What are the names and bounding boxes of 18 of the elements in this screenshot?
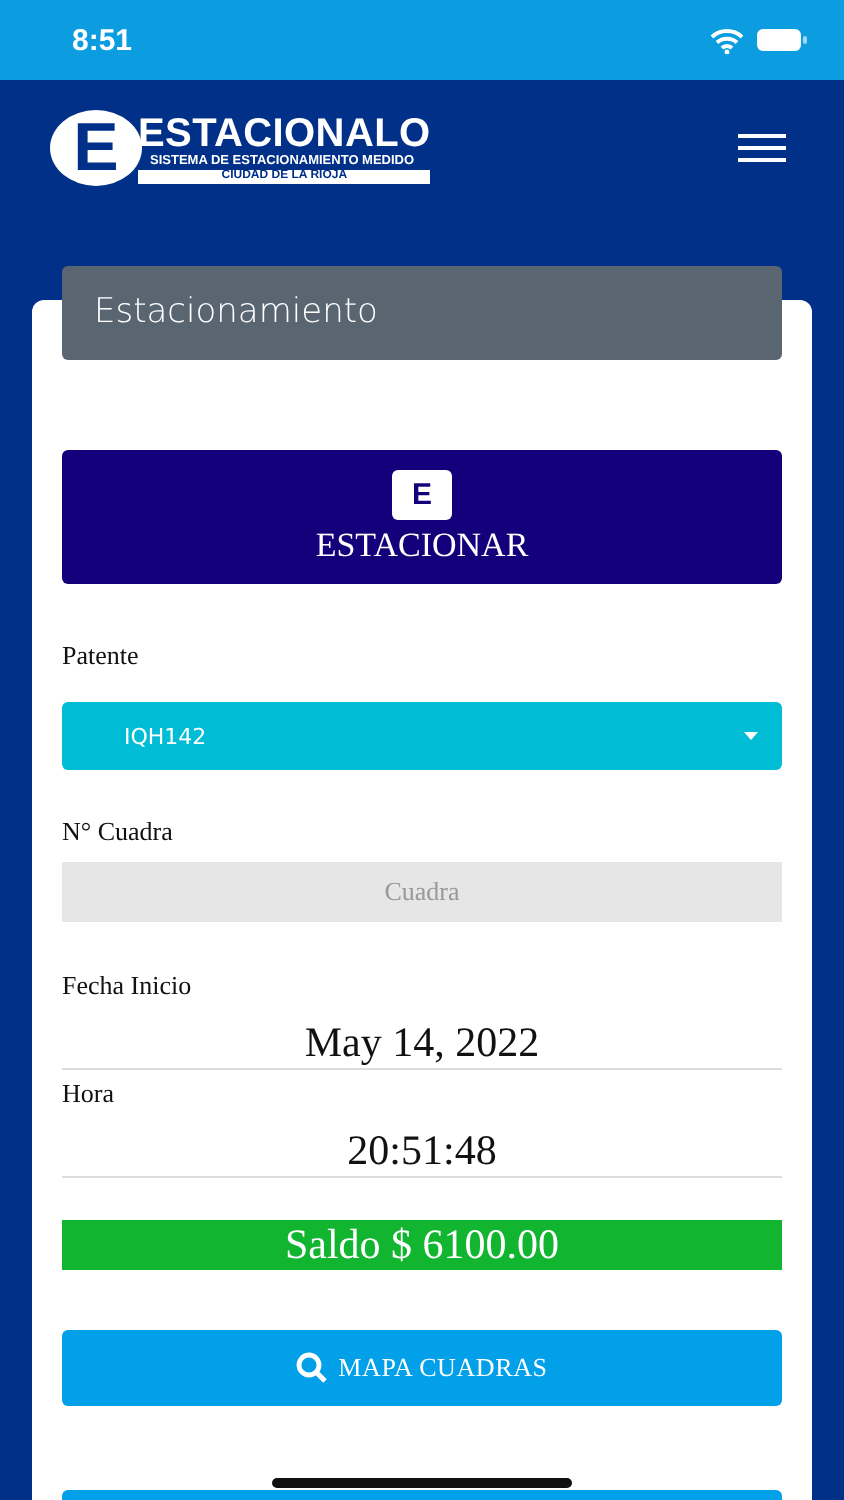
park-button[interactable]: E ESTACIONAR xyxy=(62,450,782,584)
field-label: N° Cuadra xyxy=(62,816,175,848)
logo-letter: E xyxy=(50,110,142,186)
field-label: Patente xyxy=(62,640,141,672)
search-icon xyxy=(296,1352,329,1384)
date-field[interactable]: May 14, 2022 xyxy=(62,1018,782,1070)
e-icon: E xyxy=(392,469,452,519)
caret-icon xyxy=(744,732,758,740)
wifi-icon xyxy=(710,27,744,53)
card-title: Estacionamiento xyxy=(62,266,782,360)
status-time: 8:51 xyxy=(72,23,133,57)
field-label: Fecha Inicio xyxy=(62,970,194,1002)
logo-name: ESTACIONALO xyxy=(138,113,431,153)
field-label: Hora xyxy=(62,1078,116,1110)
time-field[interactable]: 20:51:48 xyxy=(62,1126,782,1178)
menu-icon[interactable] xyxy=(738,134,786,162)
balance-banner: Saldo $ 6100.00 xyxy=(62,1220,782,1270)
battery-icon xyxy=(756,28,808,52)
